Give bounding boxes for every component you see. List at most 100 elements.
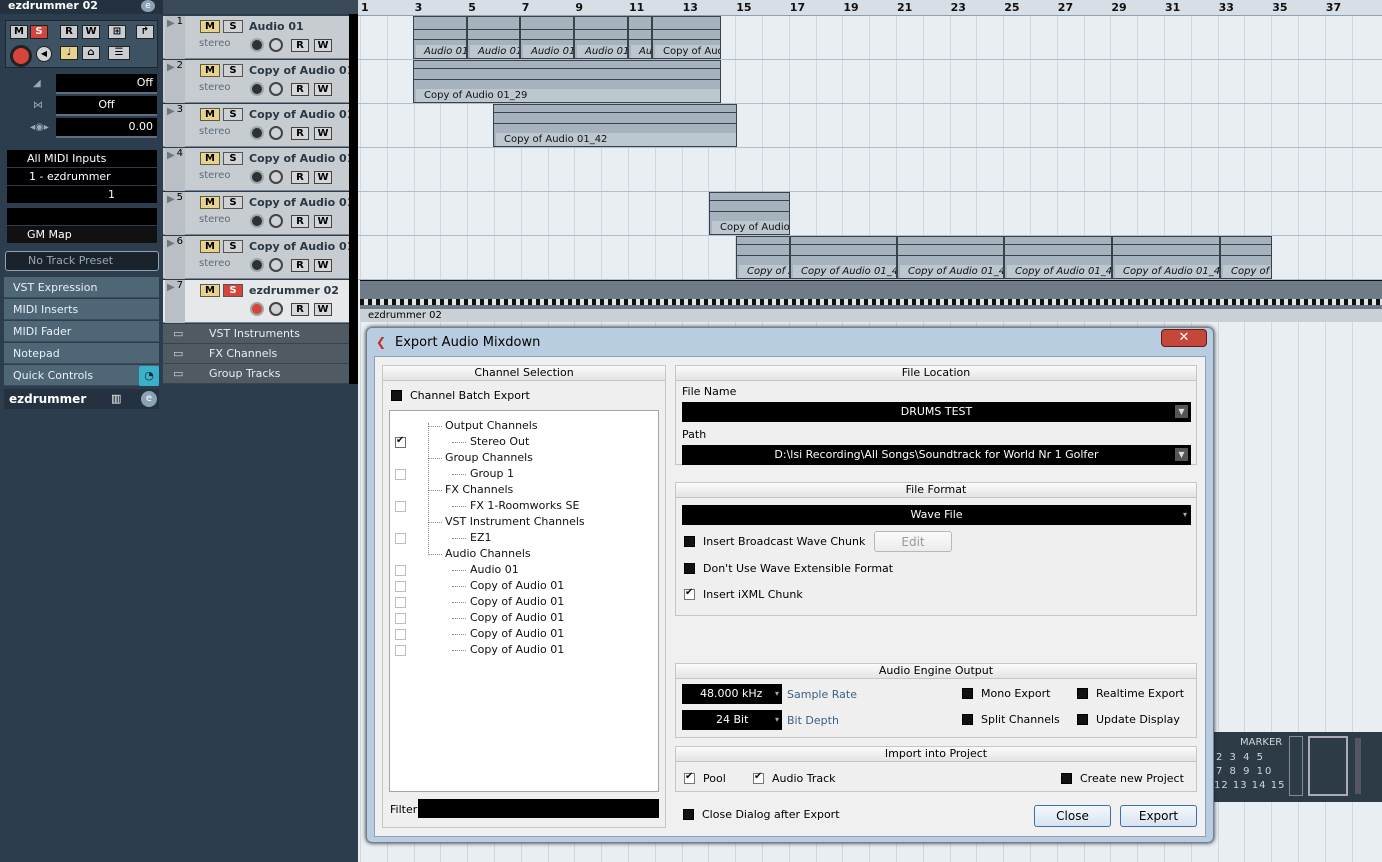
track-monitor-icon[interactable] <box>269 302 283 316</box>
tree-item[interactable]: FX 1-Roomworks SE <box>470 499 579 512</box>
sample-rate-select[interactable]: 48.000 kHz ▾ <box>682 684 782 704</box>
chevron-down-icon[interactable]: ▼ <box>1175 405 1188 418</box>
section-notepad[interactable]: Notepad <box>4 343 159 364</box>
track-name[interactable]: Copy of Audio 01 <box>249 64 354 77</box>
edit-instrument-icon[interactable]: ⊞ <box>108 25 126 39</box>
track-read-button[interactable]: R <box>291 303 309 316</box>
track-solo-button[interactable]: S <box>223 196 243 209</box>
marker-fader[interactable] <box>1355 738 1361 794</box>
pool-checkbox[interactable] <box>684 771 695 784</box>
track-write-button[interactable]: W <box>314 127 332 140</box>
solo-button[interactable]: S <box>30 25 48 39</box>
chevron-down-icon[interactable]: ▾ <box>775 710 779 730</box>
track-mute-button[interactable]: M <box>200 108 220 121</box>
clip[interactable]: Copy of A <box>736 236 790 279</box>
track-solo-button[interactable]: S <box>223 20 243 33</box>
clip[interactable]: Copy of Audio <box>709 192 790 235</box>
quick-controls-icon[interactable]: ◔ <box>139 366 159 386</box>
track-record-icon[interactable] <box>250 38 264 52</box>
track-solo-button[interactable]: S <box>223 64 243 77</box>
channel-checkbox[interactable] <box>395 435 406 448</box>
channel-checkbox[interactable] <box>395 565 406 576</box>
file-name-input[interactable]: DRUMS TEST ▼ <box>682 402 1191 422</box>
audio-track-checkbox[interactable] <box>753 771 764 784</box>
clip[interactable]: Au <box>628 16 652 59</box>
keyboard-icon[interactable]: ▥ <box>111 392 121 405</box>
expand-icon[interactable]: ▶ <box>167 194 175 205</box>
timeline-ruler[interactable]: 1 3 5 7 9 11 13 15 17 19 21 23 25 27 29 31 33 35 37 <box>358 0 1382 16</box>
track-write-button[interactable]: W <box>314 171 332 184</box>
channel-checkbox[interactable] <box>395 469 406 480</box>
folder-vst-instruments[interactable]: ▭ VST Instruments <box>163 324 349 344</box>
clip[interactable]: Audio 01 <box>413 16 467 59</box>
close-button[interactable]: Close <box>1034 805 1111 827</box>
lanes-icon[interactable]: ☰ <box>108 46 130 60</box>
realtime-export-checkbox[interactable] <box>1077 688 1088 699</box>
tree-item[interactable]: Copy of Audio 01 <box>470 627 564 640</box>
track-name[interactable]: ezdrummer 02 <box>249 284 339 297</box>
marker-panel[interactable]: MARKER 2 3 4 5 7 8 9 10 12 13 14 15 <box>1212 732 1382 802</box>
filter-input[interactable] <box>418 799 659 818</box>
track-preset-field[interactable]: No Track Preset <box>5 251 159 271</box>
channel-checkbox[interactable] <box>395 629 406 640</box>
track-monitor-icon[interactable] <box>269 38 283 52</box>
expand-icon[interactable]: ▶ <box>167 62 175 73</box>
track-7[interactable]: 7 ▶ M Sezdrummer 02 R W <box>163 280 349 323</box>
monitor-icon[interactable]: ◀ <box>36 46 52 62</box>
track-monitor-icon[interactable] <box>269 82 283 96</box>
clip[interactable]: Copy of Audio 01_4 <box>790 236 897 279</box>
track-monitor-icon[interactable] <box>269 258 283 272</box>
drum-map-select[interactable]: GM Map <box>7 226 157 243</box>
edit-icon[interactable]: e <box>141 391 157 407</box>
track-read-button[interactable]: R <box>291 215 309 228</box>
channel-checkbox[interactable] <box>395 597 406 608</box>
write-button[interactable]: W <box>82 25 100 39</box>
channel-checkbox[interactable] <box>395 613 406 624</box>
volume-field[interactable]: Off <box>56 74 157 94</box>
track-mute-button[interactable]: M <box>200 20 220 33</box>
track-1[interactable]: 1 ▶ M S Audio 01 stereo R W <box>163 16 349 59</box>
channel-batch-export-checkbox[interactable] <box>391 390 402 401</box>
tree-item[interactable]: Group 1 <box>470 467 514 480</box>
tree-item[interactable]: Copy of Audio 01 <box>470 579 564 592</box>
tree-item[interactable]: FX Channels <box>445 483 513 496</box>
clip[interactable]: Copy of Audio 01_4 <box>897 236 1004 279</box>
marker-row[interactable]: 2 3 4 5 <box>1216 752 1265 763</box>
freeze-icon[interactable]: ↱ <box>136 25 154 39</box>
clip[interactable]: Audio 01 <box>574 16 628 59</box>
chevron-down-icon[interactable]: ▾ <box>1183 505 1187 525</box>
section-vst-expression[interactable]: VST Expression <box>4 277 159 298</box>
expand-icon[interactable]: ▶ <box>167 238 175 249</box>
channel-checkbox[interactable] <box>395 581 406 592</box>
program-field[interactable] <box>7 208 157 225</box>
midi-input-select[interactable]: All MIDI Inputs <box>7 150 157 167</box>
mute-button[interactable]: M <box>10 25 28 39</box>
edit-button[interactable]: Edit <box>874 531 952 552</box>
marker-row[interactable]: 12 13 14 15 <box>1214 780 1285 791</box>
track-read-button[interactable]: R <box>291 83 309 96</box>
clip[interactable]: Copy of Audio 01_42 <box>493 104 737 147</box>
track-read-button[interactable]: R <box>291 259 309 272</box>
mono-export-checkbox[interactable] <box>962 688 973 699</box>
track-name[interactable]: Copy of Audio 01 <box>249 240 354 253</box>
tree-item[interactable]: Copy of Audio 01 <box>470 643 564 656</box>
track-4[interactable]: 4 ▶ M S Copy of Audio 01 stereo R W <box>163 148 354 191</box>
channel-checkbox[interactable] <box>395 501 406 512</box>
section-midi-inserts[interactable]: MIDI Inserts <box>4 299 159 320</box>
track-solo-button[interactable]: S <box>223 152 243 165</box>
split-channels-checkbox[interactable] <box>962 714 973 725</box>
record-enable-icon[interactable] <box>10 45 32 67</box>
expand-icon[interactable]: ▶ <box>167 282 175 293</box>
track-write-button[interactable]: W <box>314 83 332 96</box>
lock-icon[interactable]: ⌂ <box>82 46 100 60</box>
note-icon[interactable]: ♩ <box>60 46 78 60</box>
channel-checkbox[interactable] <box>395 645 406 656</box>
tree-item[interactable]: Output Channels <box>445 419 538 432</box>
midi-channel-field[interactable]: 1 <box>7 186 157 203</box>
clip[interactable]: Copy of Audio 01_4 <box>1112 236 1220 279</box>
edit-channel-icon[interactable]: e <box>141 0 155 12</box>
track-mute-button[interactable]: M <box>200 64 220 77</box>
track-read-button[interactable]: R <box>291 127 309 140</box>
clip[interactable]: Copy of Audio 01_4 <box>1004 236 1112 279</box>
track-read-button[interactable]: R <box>291 39 309 52</box>
